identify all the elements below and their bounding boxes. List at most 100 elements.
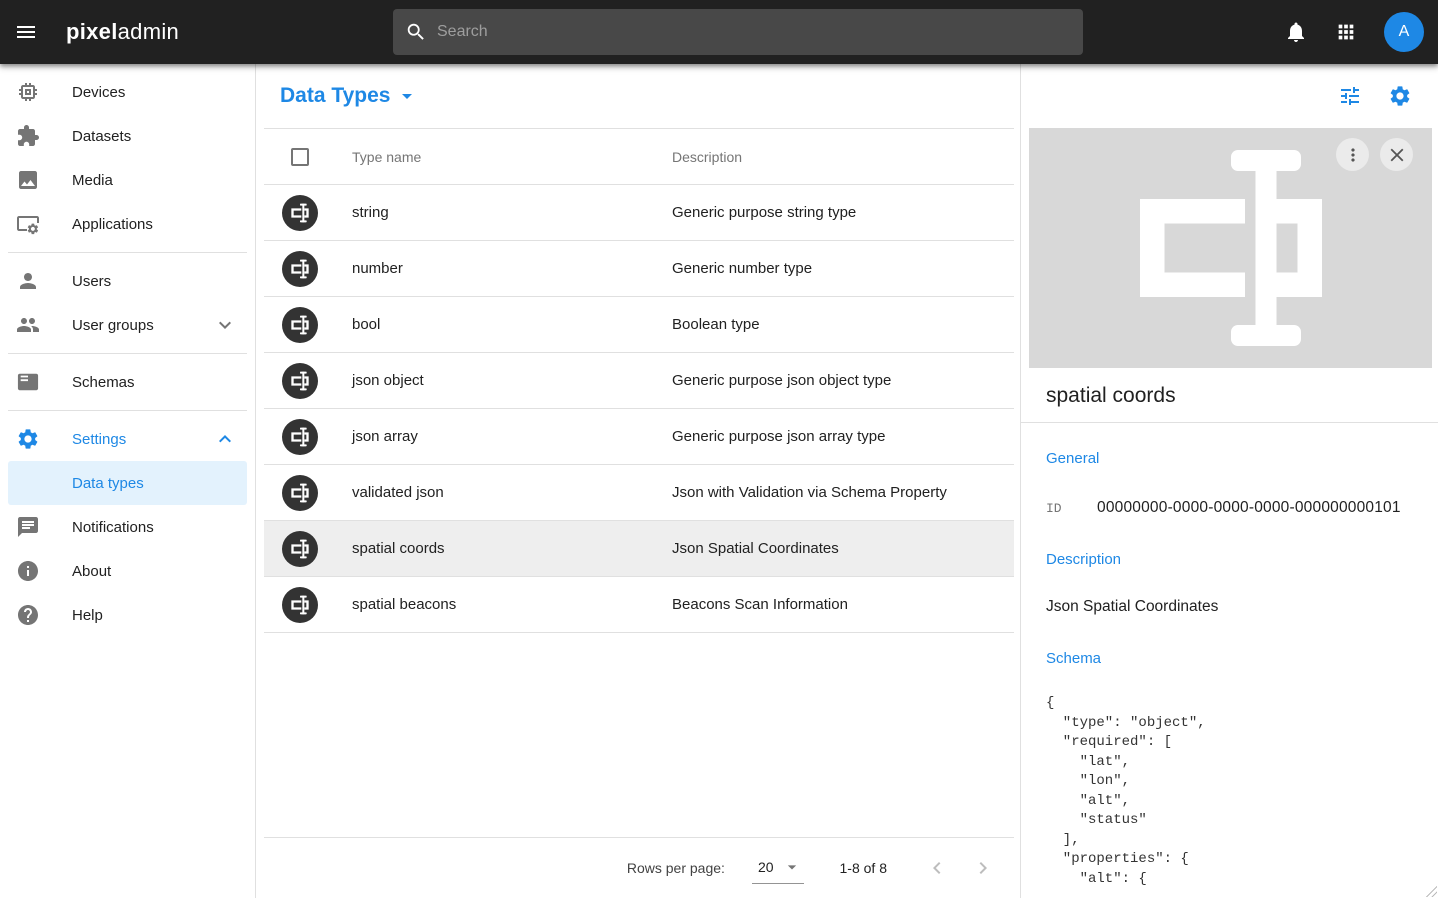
sidebar-item-devices[interactable]: Devices	[0, 70, 255, 114]
puzzle-icon	[16, 124, 40, 148]
description-cell: Json with Validation via Schema Property	[672, 484, 1014, 501]
sidebar-item-label: Datasets	[72, 128, 131, 145]
image-icon	[16, 168, 40, 192]
table-row-selected[interactable]: spatial coords Json Spatial Coordinates	[264, 521, 1014, 577]
type-name-cell: validated json	[352, 484, 672, 501]
type-name-cell: json array	[352, 428, 672, 445]
rows-per-page-select[interactable]: 20	[752, 853, 804, 884]
next-page-button[interactable]	[971, 856, 995, 880]
page-title-dropdown[interactable]: Data Types	[280, 84, 419, 108]
sidebar-item-label: Settings	[72, 431, 126, 448]
settings-gear-button[interactable]	[1388, 84, 1412, 108]
gear-icon	[1388, 84, 1412, 108]
type-name-cell: string	[352, 204, 672, 221]
description-cell: Generic number type	[672, 260, 1014, 277]
sidebar-item-notifications[interactable]: Notifications	[0, 505, 255, 549]
close-drawer-button[interactable]	[1380, 138, 1413, 171]
sidebar-item-data-types[interactable]: Data types	[8, 461, 247, 505]
sidebar-item-applications[interactable]: Applications	[0, 202, 255, 246]
bell-icon	[1284, 20, 1308, 44]
sidebar-item-datasets[interactable]: Datasets	[0, 114, 255, 158]
card-list-icon	[16, 370, 40, 394]
data-type-icon	[282, 475, 318, 511]
table-row[interactable]: spatial beacons Beacons Scan Information	[264, 577, 1014, 633]
previous-page-button[interactable]	[925, 856, 949, 880]
data-type-icon	[282, 531, 318, 567]
page-header: Data Types	[264, 64, 1014, 128]
sidebar-item-settings[interactable]: Settings	[0, 417, 255, 461]
more-options-button[interactable]	[1336, 138, 1369, 171]
id-label: ID	[1046, 501, 1097, 516]
general-section-label: General	[1046, 450, 1418, 467]
person-icon	[16, 269, 40, 293]
column-header-description: Description	[672, 149, 1014, 165]
topbar-actions: A	[1284, 0, 1424, 64]
drawer-divider	[1021, 422, 1438, 423]
avatar-letter: A	[1399, 23, 1410, 41]
apps-grid-button[interactable]	[1334, 20, 1358, 44]
table-row[interactable]: json array Generic purpose json array ty…	[264, 409, 1014, 465]
sidebar-item-label: Data types	[72, 475, 144, 492]
sidebar-item-schemas[interactable]: Schemas	[0, 360, 255, 404]
sidebar-item-label: Help	[72, 607, 103, 624]
gear-icon	[16, 427, 40, 451]
chevron-up-icon	[213, 427, 237, 451]
sidebar-item-media[interactable]: Media	[0, 158, 255, 202]
column-header-type-name: Type name	[352, 149, 672, 165]
dropdown-arrow-icon	[395, 84, 419, 108]
brand-light: admin	[118, 19, 179, 44]
sidebar-item-label: About	[72, 563, 111, 580]
table-header: Type name Description	[264, 128, 1014, 185]
sidebar-item-label: Media	[72, 172, 113, 189]
search-input[interactable]	[437, 23, 1071, 41]
people-icon	[16, 313, 40, 337]
data-type-icon	[282, 195, 318, 231]
pagination-bar: Rows per page: 20 1-8 of 8	[264, 837, 1014, 898]
description-cell: Generic purpose json object type	[672, 372, 1014, 389]
schema-section-label: Schema	[1046, 650, 1418, 667]
sidebar-divider	[8, 252, 247, 253]
table-row[interactable]: string Generic purpose string type	[264, 185, 1014, 241]
drawer-body: General ID 00000000-0000-0000-0000-00000…	[1021, 450, 1438, 889]
sidebar-item-help[interactable]: Help	[0, 593, 255, 637]
drawer-toolbar	[1021, 64, 1438, 128]
sidebar-divider	[8, 353, 247, 354]
table-row[interactable]: number Generic number type	[264, 241, 1014, 297]
hamburger-menu-button[interactable]	[2, 8, 50, 56]
type-name-cell: number	[352, 260, 672, 277]
search-bar[interactable]	[393, 9, 1083, 55]
app-gear-icon	[16, 212, 40, 236]
description-cell: Generic purpose string type	[672, 204, 1014, 221]
description-cell: Boolean type	[672, 316, 1014, 333]
data-types-panel: Data Types Type name Description string …	[264, 64, 1014, 898]
data-type-icon	[282, 251, 318, 287]
top-app-bar: pixeladmin A	[0, 0, 1438, 64]
chevron-right-icon	[971, 856, 995, 880]
description-cell: Json Spatial Coordinates	[672, 540, 1014, 557]
sidebar-item-label: Schemas	[72, 374, 135, 391]
table-row[interactable]: json object Generic purpose json object …	[264, 353, 1014, 409]
sidebar-item-user-groups[interactable]: User groups	[0, 303, 255, 347]
table-row[interactable]: bool Boolean type	[264, 297, 1014, 353]
pagination-range: 1-8 of 8	[840, 860, 887, 876]
brand-bold: pixel	[66, 19, 118, 44]
tune-icon	[1338, 84, 1362, 108]
table-row[interactable]: validated json Json with Validation via …	[264, 465, 1014, 521]
data-type-icon	[282, 307, 318, 343]
brand-logo: pixeladmin	[66, 19, 179, 45]
table-empty-space	[264, 633, 1014, 837]
chip-icon	[16, 80, 40, 104]
type-name-cell: spatial beacons	[352, 596, 672, 613]
sidebar-item-users[interactable]: Users	[0, 259, 255, 303]
schema-code-block: { "type": "object", "required": [ "lat",…	[1046, 694, 1418, 889]
select-all-checkbox[interactable]	[291, 148, 309, 166]
description-cell: Generic purpose json array type	[672, 428, 1014, 445]
user-avatar[interactable]: A	[1384, 12, 1424, 52]
help-icon	[16, 603, 40, 627]
detail-drawer: spatial coords General ID 00000000-0000-…	[1020, 64, 1438, 898]
dropdown-arrow-icon	[782, 857, 802, 877]
filter-tune-button[interactable]	[1338, 84, 1362, 108]
sidebar-item-label: Notifications	[72, 519, 154, 536]
sidebar-item-about[interactable]: About	[0, 549, 255, 593]
notifications-bell-button[interactable]	[1284, 20, 1308, 44]
